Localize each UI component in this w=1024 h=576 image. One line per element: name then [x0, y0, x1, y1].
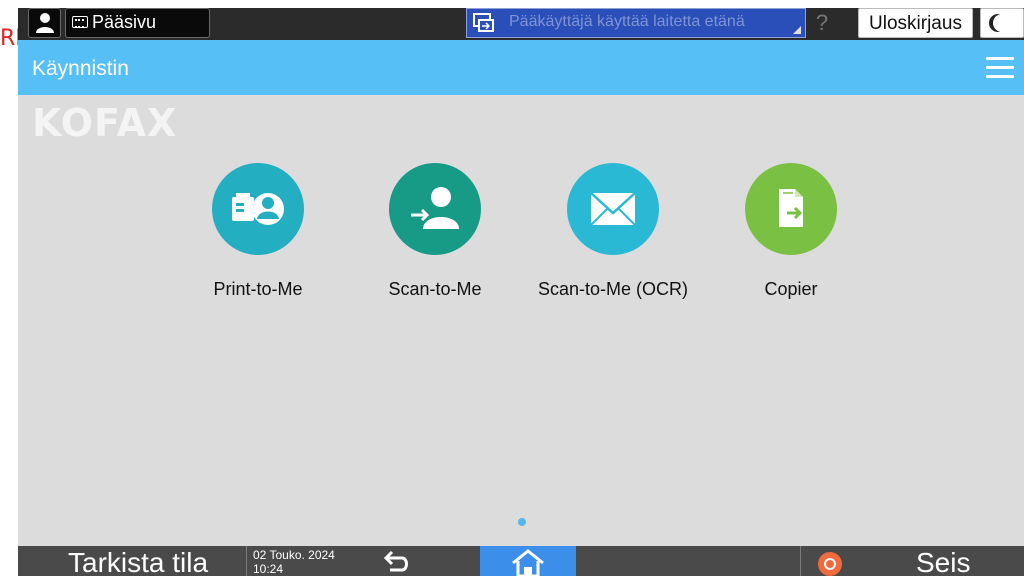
- time-text: 10:24: [253, 562, 284, 576]
- home-icon: [512, 549, 544, 576]
- home-button[interactable]: [480, 546, 576, 576]
- app-label: Print-to-Me: [213, 279, 303, 299]
- user-button[interactable]: [28, 8, 61, 38]
- kofax-logo: KOFAX: [32, 101, 178, 145]
- app-label: Scan-to-Me: [388, 279, 482, 299]
- moon-icon: [993, 14, 1011, 32]
- top-status-bar: Pääsivu Pääkäyttäjä käyttää laitetta etä…: [18, 8, 1024, 40]
- scan-to-me-icon: [389, 163, 481, 255]
- page-indicator-dot[interactable]: [518, 518, 526, 526]
- app-label: Scan-to-Me (OCR): [537, 279, 689, 299]
- printer-panel-screen: RE Pääsivu Pääkäyttäjä käyttää laitetta …: [0, 0, 1024, 576]
- envelope-icon: [567, 163, 659, 255]
- app-scan-to-me-ocr[interactable]: Scan-to-Me (OCR): [533, 163, 693, 300]
- bottom-bar: Tarkista tila 02 Touko. 2024 10:24 Seis: [18, 546, 1024, 576]
- back-arrow-icon: [383, 550, 408, 572]
- app-print-to-me[interactable]: Print-to-Me: [178, 163, 338, 300]
- date-time-display: 02 Touko. 2024 10:24: [246, 546, 346, 576]
- remote-access-icon: [473, 13, 494, 32]
- back-button[interactable]: [374, 546, 414, 576]
- print-to-me-icon: [212, 163, 304, 255]
- launcher-content: KOFAX Print-to-Me Scan-to-Me Scan-to-Me …: [18, 95, 1024, 546]
- stop-icon[interactable]: [818, 552, 842, 576]
- page-title: Käynnistin: [32, 57, 129, 80]
- bottom-divider: [800, 546, 801, 576]
- home-screen-tab[interactable]: Pääsivu: [65, 8, 210, 38]
- app-header: Käynnistin: [18, 40, 1024, 95]
- app-scan-to-me[interactable]: Scan-to-Me: [355, 163, 515, 300]
- hamburger-menu-icon[interactable]: [986, 57, 1014, 79]
- check-status-button[interactable]: Tarkista tila: [68, 547, 208, 576]
- copier-icon: [745, 163, 837, 255]
- keyboard-icon: [72, 16, 88, 28]
- logout-button[interactable]: Uloskirjaus: [858, 8, 973, 38]
- app-label: Copier: [764, 279, 818, 299]
- help-button[interactable]: ?: [800, 8, 844, 38]
- remote-access-notice[interactable]: Pääkäyttäjä käyttää laitetta etänä: [466, 8, 806, 38]
- home-tab-label: Pääsivu: [92, 12, 157, 32]
- date-text: 02 Touko. 2024: [253, 548, 335, 562]
- user-icon: [36, 13, 54, 33]
- energy-saver-button[interactable]: [980, 8, 1024, 38]
- app-copier[interactable]: Copier: [711, 163, 871, 300]
- remote-notice-text: Pääkäyttäjä käyttää laitetta etänä: [509, 13, 745, 30]
- stop-button[interactable]: Seis: [916, 547, 970, 576]
